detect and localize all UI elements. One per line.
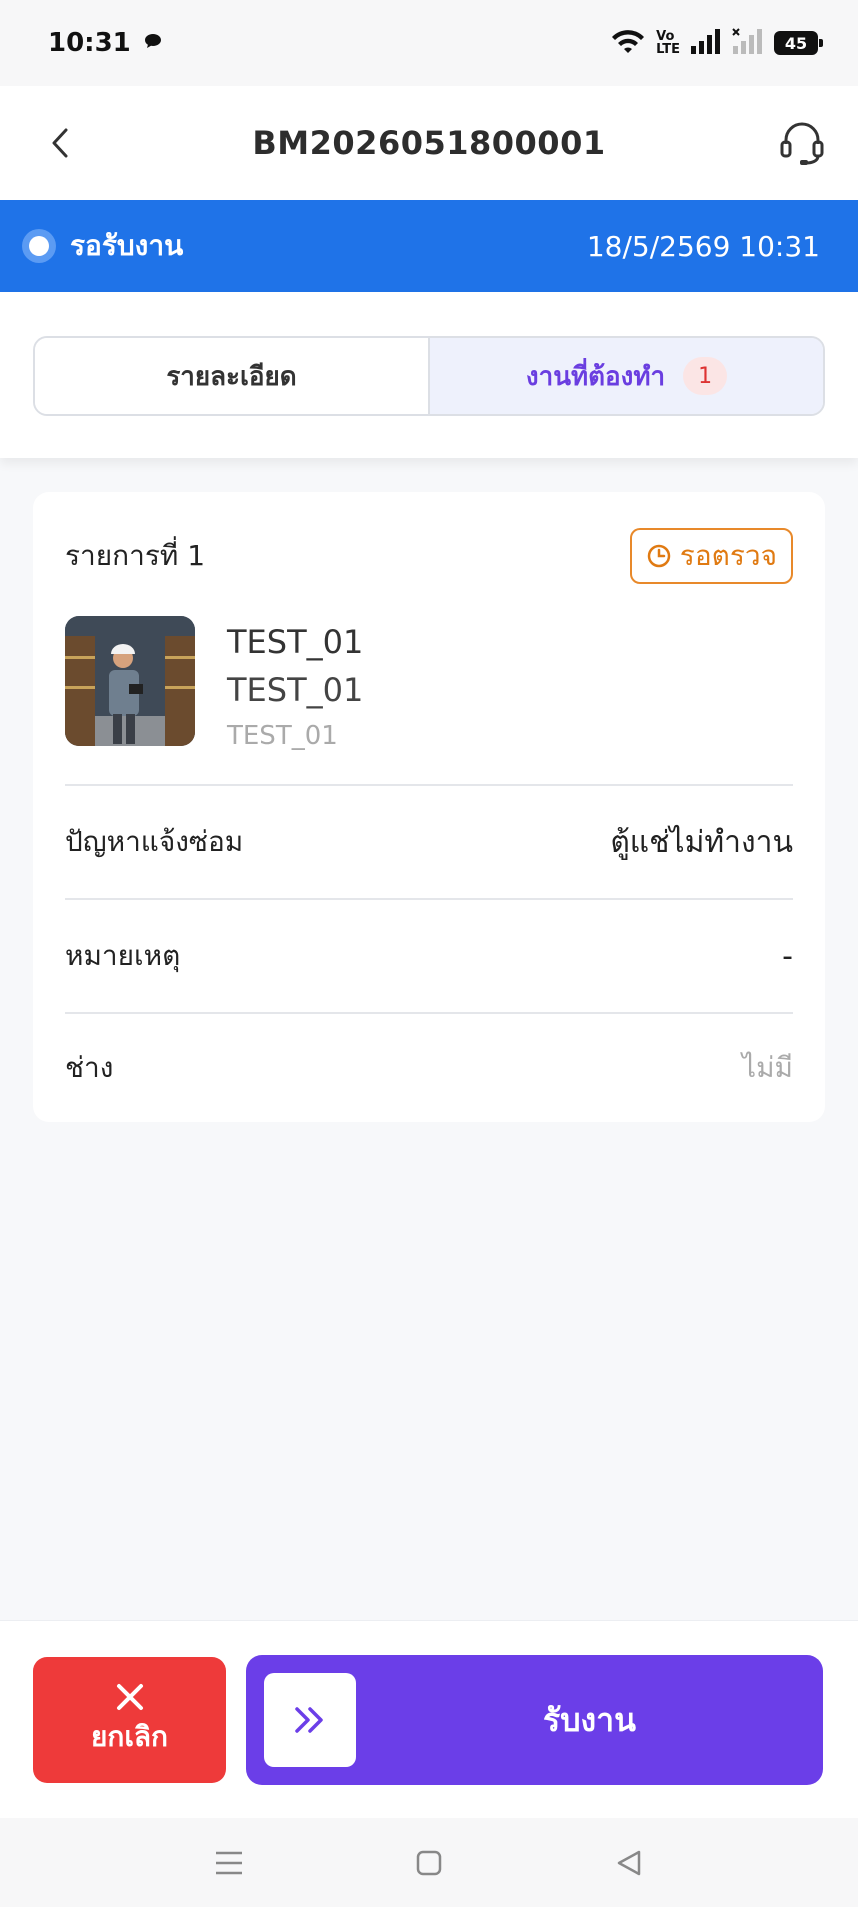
problem-value: ตู้แช่ไม่ทำงาน (610, 824, 793, 860)
card-header: รายการที่ 1 รอตรวจ (65, 526, 793, 586)
product-image[interactable] (65, 616, 195, 746)
product-name: TEST_01 (227, 671, 364, 709)
nav-menu-button[interactable] (209, 1843, 249, 1883)
chevron-left-icon (52, 128, 68, 158)
system-nav-bar (0, 1818, 858, 1907)
battery-icon: 45 (774, 31, 823, 55)
product-code: TEST_01 (227, 623, 364, 661)
no-signal-icon (732, 28, 764, 58)
nav-back-button[interactable] (609, 1843, 649, 1883)
problem-label: ปัญหาแจ้งซ่อม (65, 825, 244, 858)
tab-details-label: รายละเอียด (166, 361, 297, 392)
tab-tasks-label: งานที่ต้องทำ (525, 361, 666, 392)
status-bar: 10:31 Vo LTE 45 (0, 0, 858, 86)
status-bar-right: Vo LTE 45 (610, 27, 823, 59)
double-chevron-right-icon (295, 1707, 323, 1733)
volte-indicator: Vo LTE (656, 30, 680, 56)
app-header: BM2026051800001 (0, 86, 858, 200)
tasks-count-badge: 1 (683, 357, 728, 395)
close-icon (116, 1684, 143, 1710)
menu-lines-icon (216, 1851, 242, 1874)
status-badge: รอตรวจ (629, 528, 793, 584)
headset-icon (780, 122, 824, 165)
accept-button-label: รับงาน (543, 1700, 636, 1739)
status-dot-icon (22, 229, 56, 263)
status-badge-label: รอตรวจ (679, 539, 777, 572)
chat-bubble-icon (143, 28, 163, 58)
banner-status-text: รอรับงาน (70, 229, 184, 262)
status-time: 10:31 (48, 28, 131, 58)
tab-bar: รายละเอียด งานที่ต้องทำ 1 (33, 336, 825, 416)
product-info: TEST_01 TEST_01 TEST_01 (65, 616, 793, 751)
task-card[interactable]: รายการที่ 1 รอตรวจ TEST_01 TEST_01 TEST_… (33, 492, 825, 1122)
nav-home-button[interactable] (409, 1843, 449, 1883)
bottom-action-bar: ยกเลิก รับงาน (0, 1620, 858, 1818)
cancel-button[interactable]: ยกเลิก (33, 1657, 226, 1783)
status-banner: รอรับงาน 18/5/2569 10:31 (0, 200, 858, 292)
signal-icon (690, 28, 722, 58)
detail-row-problem: ปัญหาแจ้งซ่อม ตู้แช่ไม่ทำงาน (65, 784, 793, 898)
note-value: - (782, 938, 793, 974)
banner-datetime: 18/5/2569 10:31 (586, 229, 820, 263)
square-home-icon (416, 1850, 442, 1875)
technician-label: ช่าง (65, 1051, 114, 1084)
accept-job-slider[interactable]: รับงาน (246, 1655, 823, 1785)
tab-tasks[interactable]: งานที่ต้องทำ 1 (430, 338, 823, 414)
product-text: TEST_01 TEST_01 TEST_01 (227, 616, 364, 751)
detail-row-technician: ช่าง ไม่มี (65, 1012, 793, 1122)
status-bar-left: 10:31 (48, 28, 163, 58)
swipe-handle[interactable] (264, 1673, 356, 1767)
product-subtitle: TEST_01 (227, 721, 338, 751)
detail-row-note: หมายเหตุ - (65, 898, 793, 1012)
triangle-back-icon (617, 1850, 641, 1875)
clock-icon (647, 544, 671, 568)
banner-status-group: รอรับงาน (22, 224, 183, 268)
tabs-area: รายละเอียด งานที่ต้องทำ 1 (0, 292, 858, 458)
wifi-icon (610, 27, 646, 59)
note-label: หมายเหตุ (65, 939, 181, 972)
tab-details[interactable]: รายละเอียด (35, 338, 430, 414)
support-button[interactable] (776, 116, 828, 168)
item-title: รายการที่ 1 (65, 539, 206, 572)
technician-value: ไม่มี (742, 1051, 793, 1084)
volte-line2: LTE (656, 42, 680, 57)
back-button[interactable] (40, 123, 80, 163)
page-title: BM2026051800001 (252, 124, 606, 162)
cancel-button-label: ยกเลิก (90, 1720, 169, 1753)
